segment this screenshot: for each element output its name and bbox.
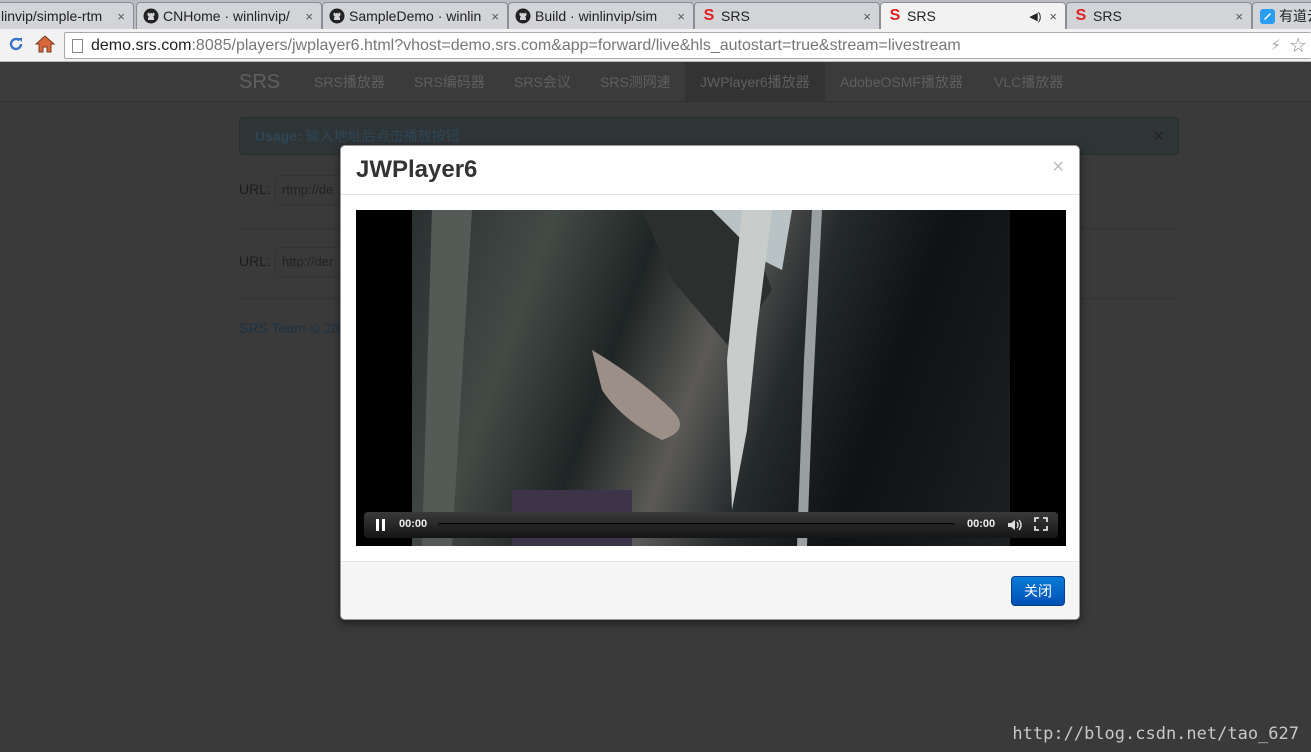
modal-footer: 关闭 [341,561,1079,619]
tab-title: linvip/simple-rtm [1,8,103,24]
tab-title: SRS [1093,8,1122,24]
page-icon [72,39,83,53]
modal-close-icon[interactable]: × [1052,156,1064,179]
time-current: 00:00 [399,518,428,530]
close-button[interactable]: 关闭 [1011,576,1065,606]
tab-2[interactable]: CNHome · winlinvip/ × [136,2,322,29]
tab-4[interactable]: Build · winlinvip/sim × [508,2,694,29]
modal-title: JWPlayer6 [356,156,478,183]
tab-close-icon[interactable]: × [677,9,685,24]
url-text: demo.srs.com:8085/players/jwplayer6.html… [91,37,961,55]
nav-item-vlc[interactable]: VLC播放器 [979,62,1078,102]
nav-item-srs-bandwidth[interactable]: SRS测网速 [585,62,686,102]
reload-icon[interactable] [7,35,25,53]
modal-header: JWPlayer6 × [341,146,1079,195]
github-icon [329,8,345,24]
video-frame [412,210,1010,546]
tab-close-icon[interactable]: × [1049,9,1057,24]
url-host: demo.srs.com [91,37,192,54]
nav-item-jwplayer6[interactable]: JWPlayer6播放器 [685,62,825,102]
tab-3[interactable]: SampleDemo · winlin × [322,2,508,29]
alert-text: 输入地址后点击播放按钮 [305,128,460,144]
player-controlbar: 00:00 00:00 [364,512,1058,538]
tab-close-icon[interactable]: × [863,9,871,24]
browser-toolbar: demo.srs.com:8085/players/jwplayer6.html… [0,29,1311,62]
tab-close-icon[interactable]: × [117,9,125,24]
fullscreen-icon[interactable] [1034,517,1048,531]
browser-tab-bar: linvip/simple-rtm × CNHome · winlinvip/ … [0,0,1311,29]
tab-close-icon[interactable]: × [491,9,499,24]
tab-title: SampleDemo · winlin [349,8,482,24]
home-icon[interactable] [34,33,56,55]
navbar: SRS SRS播放器 SRS编码器 SRS会议 SRS测网速 JWPlayer6… [0,62,1311,102]
tab-5[interactable]: S SRS × [694,2,880,29]
tab-close-icon[interactable]: × [1235,9,1243,24]
alert-close-icon[interactable]: × [1153,118,1164,154]
jwplayer-modal: JWPlayer6 × 00:00 00:00 关闭 [340,145,1080,620]
nav-item-srs-player[interactable]: SRS播放器 [299,62,400,102]
url-label-rtmp: URL: [239,181,271,197]
nav-item-adobe-osmf[interactable]: AdobeOSMF播放器 [825,62,978,102]
github-icon [143,8,159,24]
tab-title: SRS [721,8,750,24]
tab-8[interactable]: 有道云 [1252,2,1311,29]
speaker-icon: ◀) [1029,10,1042,23]
video-frame-image [422,210,822,546]
pause-icon[interactable] [376,519,386,531]
srs-icon: S [703,7,715,24]
tab-title: Build · winlinvip/sim [535,8,658,24]
srs-icon: S [1075,7,1087,24]
tab-6-active[interactable]: S SRS ◀) × [880,2,1066,29]
bookmark-star-icon[interactable]: ☆ [1289,33,1307,58]
volume-icon[interactable] [1006,516,1024,534]
alert-strong: Usage: [255,128,302,144]
tab-close-icon[interactable]: × [305,9,313,24]
url-path: :8085/players/jwplayer6.html?vhost=demo.… [191,37,961,54]
tab-7[interactable]: S SRS × [1066,2,1252,29]
bolt-icon[interactable]: ⚡ [1270,36,1281,54]
url-label-hls: URL: [239,253,271,269]
footer-text: SRS Team © 20 [239,320,340,336]
nav-item-srs-meeting[interactable]: SRS会议 [499,62,586,102]
progress-bar[interactable] [438,523,955,528]
address-bar[interactable]: demo.srs.com:8085/players/jwplayer6.html… [64,32,1311,59]
srs-icon: S [889,7,901,24]
tab-title: 有道云 [1279,8,1311,24]
hls-url-input[interactable]: http://der [275,247,345,277]
youdao-icon [1259,8,1275,24]
tab-1[interactable]: linvip/simple-rtm × [0,2,134,29]
nav-item-srs-encoder[interactable]: SRS编码器 [399,62,500,102]
tab-title: CNHome · winlinvip/ [163,8,290,24]
tab-title: SRS [907,8,936,24]
video-player[interactable]: 00:00 00:00 [356,210,1066,546]
github-icon [515,8,531,24]
watermark: http://blog.csdn.net/tao_627 [1012,724,1299,744]
rtmp-url-input[interactable]: rtmp://de [275,175,345,205]
time-total: 00:00 [967,518,996,530]
navbar-brand[interactable]: SRS [239,62,280,102]
